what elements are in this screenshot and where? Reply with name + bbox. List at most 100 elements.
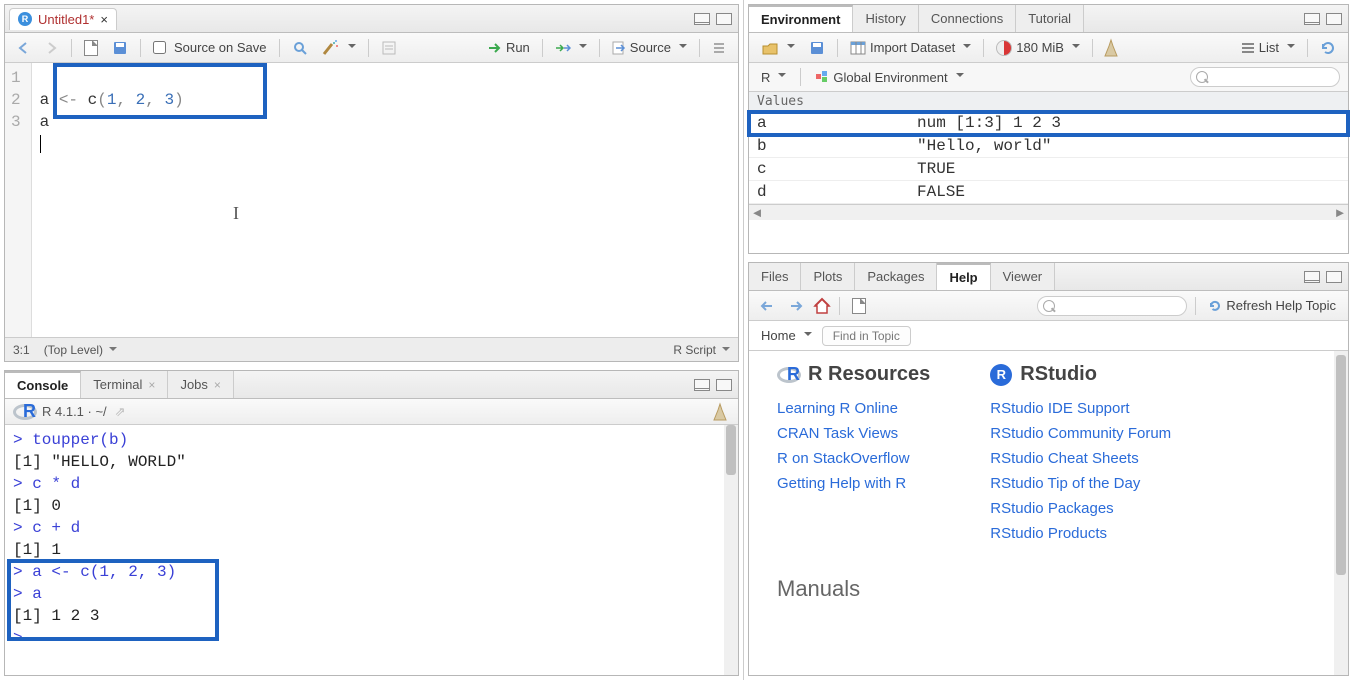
- import-dataset-button[interactable]: Import Dataset: [846, 38, 975, 57]
- save-workspace-icon[interactable]: [805, 38, 829, 58]
- maximize-icon[interactable]: [716, 13, 732, 25]
- help-link[interactable]: R on StackOverflow: [777, 450, 930, 467]
- code-tools-icon[interactable]: [318, 38, 360, 58]
- scrollbar[interactable]: [1334, 351, 1348, 675]
- help-link[interactable]: RStudio IDE Support: [990, 400, 1171, 417]
- show-in-new-window-icon[interactable]: [80, 38, 102, 58]
- scrollbar[interactable]: [724, 425, 738, 675]
- env-row[interactable]: cTRUE: [749, 158, 1348, 181]
- env-tabbar: Environment History Connections Tutorial: [749, 5, 1348, 33]
- help-back-icon[interactable]: [757, 296, 779, 316]
- r-doc-icon: R: [18, 12, 32, 26]
- env-row[interactable]: anum [1:3] 1 2 3: [749, 112, 1348, 135]
- console-info: R 4.1.1 · ~/: [42, 404, 107, 419]
- help-link[interactable]: RStudio Cheat Sheets: [990, 450, 1171, 467]
- console-header: R R 4.1.1 · ~/ ⇗: [5, 399, 738, 425]
- console-line: > toupper(b): [13, 429, 730, 451]
- env-row[interactable]: b"Hello, world": [749, 135, 1348, 158]
- help-link[interactable]: CRAN Task Views: [777, 425, 930, 442]
- maximize-icon[interactable]: [1326, 271, 1342, 283]
- maximize-icon[interactable]: [1326, 13, 1342, 25]
- minimize-icon[interactable]: [694, 379, 710, 391]
- rerun-icon[interactable]: [551, 40, 591, 56]
- help-search[interactable]: [1037, 296, 1187, 316]
- console-line: > c * d: [13, 473, 730, 495]
- back-icon[interactable]: [13, 38, 35, 58]
- scope-selector[interactable]: (Top Level): [44, 343, 117, 357]
- refresh-env-icon[interactable]: [1316, 38, 1340, 58]
- h-scrollbar[interactable]: ◄►: [749, 204, 1348, 220]
- tab-files[interactable]: Files: [749, 263, 801, 290]
- tab-environment[interactable]: Environment: [749, 5, 853, 32]
- manuals-heading: Manuals: [777, 576, 1320, 602]
- env-scope-bar: R Global Environment: [749, 63, 1348, 92]
- env-scope-selector[interactable]: Global Environment: [811, 68, 967, 87]
- clear-console-icon[interactable]: [710, 402, 730, 422]
- maximize-icon[interactable]: [716, 379, 732, 391]
- code-area[interactable]: a <- c(1, 2, 3) a: [32, 63, 192, 337]
- help-link[interactable]: Getting Help with R: [777, 475, 930, 492]
- console-line: > a <- c(1, 2, 3): [13, 561, 730, 583]
- language-selector[interactable]: R: [757, 68, 790, 87]
- tab-help[interactable]: Help: [937, 263, 990, 290]
- find-icon[interactable]: [288, 38, 312, 58]
- help-link[interactable]: RStudio Tip of the Day: [990, 475, 1171, 492]
- env-row[interactable]: dFALSE: [749, 181, 1348, 204]
- env-values-table: anum [1:3] 1 2 3b"Hello, world"cTRUEdFAL…: [749, 112, 1348, 204]
- console-line: [1] 1 2 3: [13, 605, 730, 627]
- source-editor[interactable]: 1 2 3 a <- c(1, 2, 3) a I: [5, 63, 738, 337]
- r-logo-icon: R: [13, 401, 36, 422]
- source-toolbar: Source on Save Run Source: [5, 33, 738, 63]
- source-button[interactable]: Source: [608, 38, 691, 57]
- help-link[interactable]: RStudio Products: [990, 525, 1171, 542]
- source-file-tab[interactable]: R Untitled1* ×: [9, 8, 117, 30]
- source-on-save-checkbox[interactable]: Source on Save: [149, 38, 271, 57]
- minimize-icon[interactable]: [694, 13, 710, 25]
- help-forward-icon[interactable]: [785, 296, 807, 316]
- console-line: [1] 1: [13, 539, 730, 561]
- print-icon[interactable]: [848, 296, 870, 316]
- find-in-topic-input[interactable]: Find in Topic: [822, 326, 911, 346]
- tab-connections[interactable]: Connections: [919, 5, 1016, 32]
- forward-icon[interactable]: [41, 38, 63, 58]
- refresh-help-button[interactable]: Refresh Help Topic: [1204, 296, 1340, 315]
- compile-report-icon[interactable]: [377, 38, 401, 58]
- help-link[interactable]: RStudio Community Forum: [990, 425, 1171, 442]
- source-on-save-label: Source on Save: [174, 40, 267, 55]
- console-line: > c + d: [13, 517, 730, 539]
- popout-icon[interactable]: ⇗: [115, 404, 126, 420]
- env-search[interactable]: [1190, 67, 1340, 87]
- help-link[interactable]: RStudio Packages: [990, 500, 1171, 517]
- console-line: > a: [13, 583, 730, 605]
- clear-env-icon[interactable]: [1101, 38, 1121, 58]
- line-gutter: 1 2 3: [5, 63, 32, 337]
- tab-jobs[interactable]: Jobs×: [168, 371, 233, 398]
- load-workspace-icon[interactable]: [757, 38, 799, 58]
- minimize-icon[interactable]: [1304, 13, 1320, 25]
- help-subtoolbar: Home Find in Topic: [749, 321, 1348, 351]
- minimize-icon[interactable]: [1304, 271, 1320, 283]
- file-type-selector[interactable]: R Script: [673, 343, 730, 357]
- source-statusbar: 3:1 (Top Level) R Script: [5, 337, 738, 361]
- tab-terminal[interactable]: Terminal×: [81, 371, 168, 398]
- run-button[interactable]: Run: [484, 38, 534, 57]
- console-line: [1] 0: [13, 495, 730, 517]
- close-icon[interactable]: ×: [100, 12, 108, 27]
- view-mode-selector[interactable]: List: [1237, 38, 1299, 57]
- env-toolbar: Import Dataset 180 MiB List: [749, 33, 1348, 63]
- outline-icon[interactable]: [708, 39, 730, 57]
- help-tabbar: Files Plots Packages Help Viewer: [749, 263, 1348, 291]
- tab-console[interactable]: Console: [5, 371, 81, 398]
- memory-usage[interactable]: 180 MiB: [992, 38, 1084, 58]
- console-line: >: [13, 627, 730, 649]
- tab-packages[interactable]: Packages: [855, 263, 937, 290]
- home-icon[interactable]: [813, 297, 831, 315]
- tab-tutorial[interactable]: Tutorial: [1016, 5, 1084, 32]
- tab-history[interactable]: History: [853, 5, 918, 32]
- help-home-dropdown[interactable]: Home: [757, 326, 816, 345]
- save-icon[interactable]: [108, 38, 132, 58]
- help-link[interactable]: Learning R Online: [777, 400, 930, 417]
- tab-viewer[interactable]: Viewer: [991, 263, 1056, 290]
- tab-plots[interactable]: Plots: [801, 263, 855, 290]
- console-output[interactable]: > toupper(b)[1] "HELLO, WORLD"> c * d[1]…: [5, 425, 738, 675]
